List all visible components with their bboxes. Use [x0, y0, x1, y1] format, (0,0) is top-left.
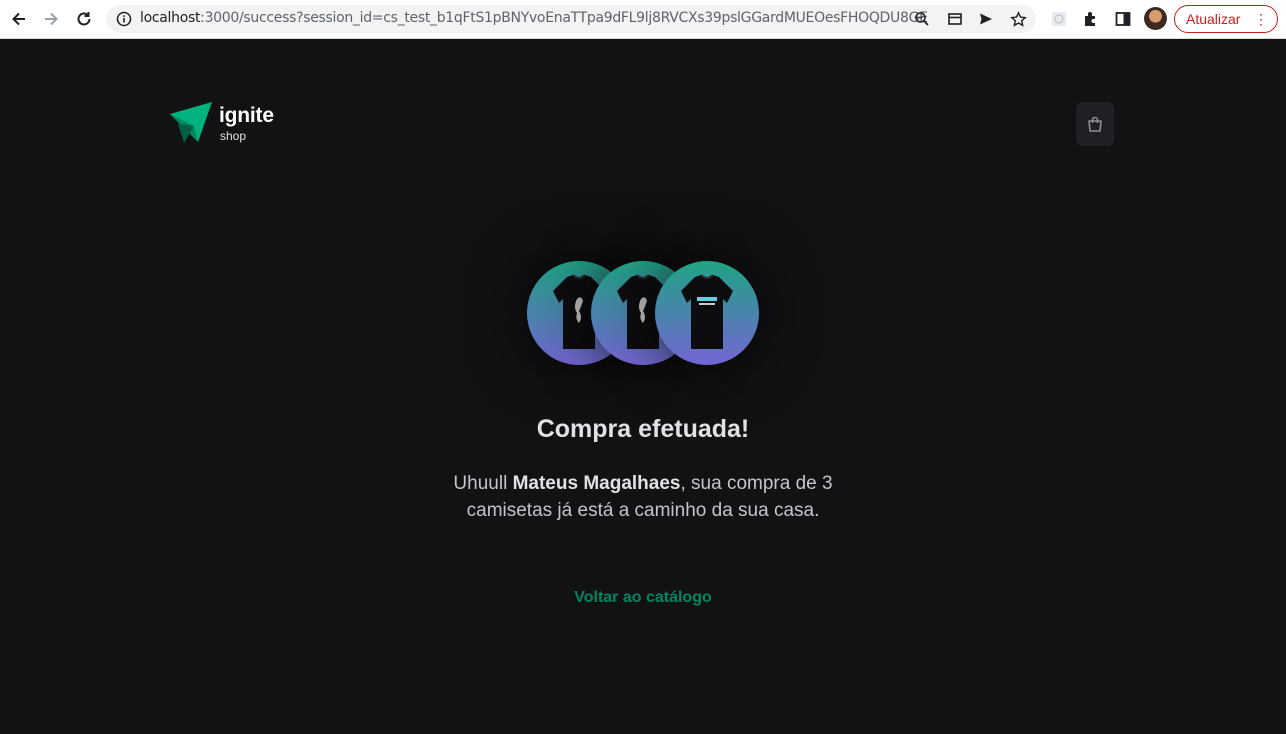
- purchased-items: [527, 261, 759, 365]
- open-in-app-icon[interactable]: [946, 10, 964, 28]
- cart-button[interactable]: [1076, 102, 1114, 146]
- customer-name: Mateus Magalhaes: [512, 473, 681, 494]
- ignite-shop-logo[interactable]: ignite shop: [170, 102, 290, 144]
- logo-mark-icon: [170, 102, 212, 143]
- page-title: Compra efetuada!: [536, 415, 750, 443]
- product-image: [655, 261, 759, 365]
- url-text: localhost:3000/success?session_id=cs_tes…: [140, 10, 928, 26]
- shopping-bag-icon: [1088, 116, 1102, 132]
- side-panel-icon[interactable]: [1112, 8, 1134, 30]
- logo-subtitle: shop: [220, 129, 247, 143]
- update-button-label: Atualizar: [1186, 11, 1241, 27]
- tshirt-icon: [681, 274, 733, 349]
- back-icon[interactable]: [6, 6, 32, 32]
- reload-icon[interactable]: [71, 6, 97, 32]
- profile-avatar[interactable]: [1144, 7, 1167, 30]
- extensions-puzzle-icon[interactable]: [1080, 8, 1102, 30]
- send-icon[interactable]: [977, 10, 995, 28]
- menu-dots-icon: ⋮: [1254, 11, 1268, 27]
- zoom-icon[interactable]: [913, 10, 931, 28]
- address-bar[interactable]: localhost:3000/success?session_id=cs_tes…: [106, 5, 1036, 33]
- forward-icon[interactable]: [38, 6, 64, 32]
- logo-title: ignite: [219, 104, 274, 127]
- site-info-icon[interactable]: [116, 11, 132, 32]
- back-to-catalog-link[interactable]: Voltar ao catálogo: [0, 589, 1286, 607]
- browser-toolbar: localhost:3000/success?session_id=cs_tes…: [0, 0, 1286, 39]
- update-button[interactable]: Atualizar ⋮: [1174, 5, 1278, 33]
- success-message: Uhuull Mateus Magalhaes, sua compra de 3…: [453, 473, 833, 521]
- bookmark-star-icon[interactable]: [1009, 10, 1027, 28]
- extension-icon[interactable]: [1048, 8, 1070, 30]
